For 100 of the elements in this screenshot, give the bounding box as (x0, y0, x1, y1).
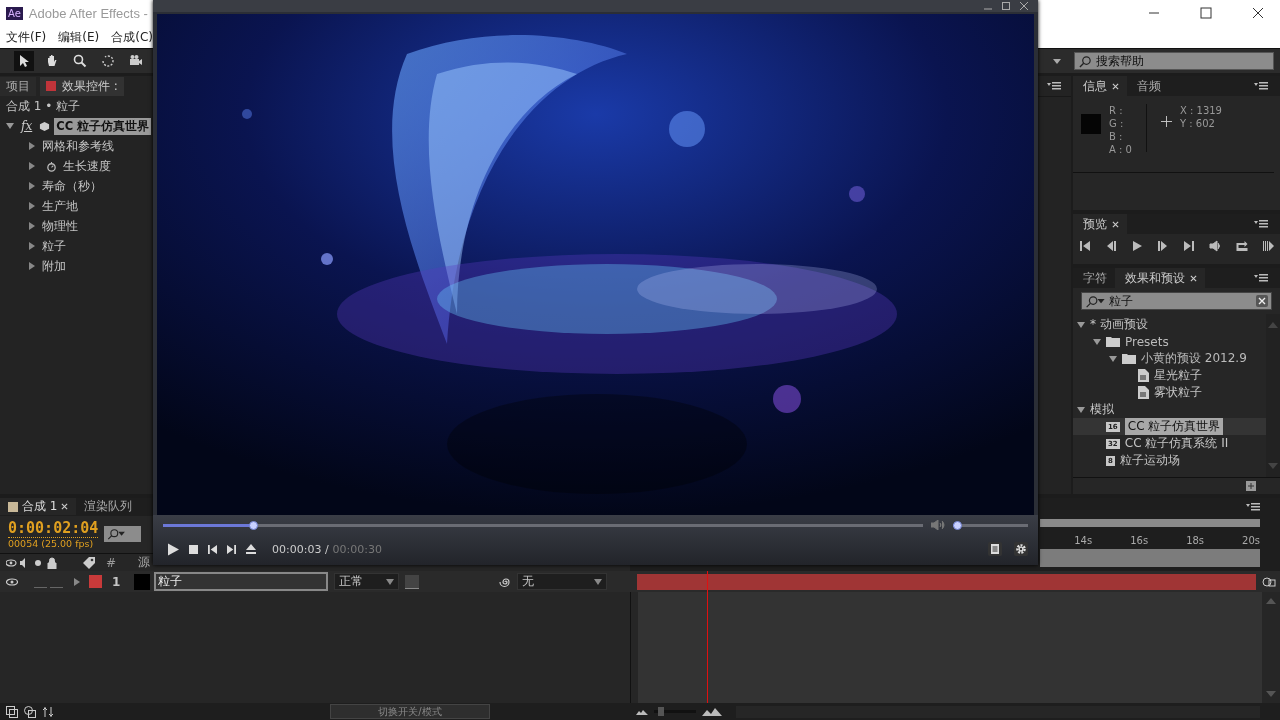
tree-item[interactable]: CC 粒子仿真系统 II (1124, 435, 1229, 452)
panel-tab[interactable]: 信息 (1073, 75, 1127, 97)
stop-icon[interactable] (189, 544, 198, 554)
expand-triangle-icon[interactable] (28, 142, 36, 150)
dropdown-arrow-icon[interactable] (1052, 56, 1062, 66)
expand-triangle-icon[interactable] (1109, 354, 1117, 363)
breadcrumb: 合成 1 • 粒子 (5, 98, 82, 115)
menu-item[interactable]: 文件(F) (6, 28, 47, 46)
blend-mode-dropdown[interactable]: 正常 (334, 573, 399, 590)
volume-slider[interactable] (953, 523, 1028, 527)
toggle-switches-button[interactable]: 切换开关/模式 (330, 704, 490, 719)
tree-item[interactable]: Presets (1125, 334, 1169, 349)
tree-item[interactable]: 小黄的预设 2012.9 (1141, 350, 1247, 367)
effects-search-field[interactable]: 粒子 (1081, 292, 1272, 310)
search-icon (1079, 54, 1092, 68)
help-search-field[interactable]: 搜索帮助 (1074, 52, 1274, 70)
next-frame-icon[interactable] (1157, 240, 1169, 252)
property-label[interactable]: 附加 (42, 257, 66, 275)
layer-type-swatch (134, 573, 150, 590)
previous-frame-icon[interactable] (1105, 240, 1117, 252)
close-icon[interactable] (1252, 7, 1264, 19)
maximize-icon[interactable] (1002, 2, 1010, 10)
panel-tab[interactable]: 效果控件 : (40, 76, 124, 96)
panel-menu-icon[interactable] (1254, 274, 1268, 282)
seek-thumb[interactable] (248, 520, 258, 530)
panel-tab[interactable]: 字符 (1073, 267, 1115, 289)
tree-item[interactable]: 雾状粒子 (1154, 384, 1202, 401)
expand-triangle-icon[interactable] (28, 222, 36, 230)
track-matte-box[interactable] (405, 574, 419, 589)
tree-item[interactable]: CC 粒子仿真世界 (1124, 418, 1224, 435)
expand-triangle-icon[interactable] (28, 162, 36, 170)
blend-switch-icon[interactable] (24, 705, 36, 718)
play-icon[interactable] (1131, 240, 1143, 252)
tree-item[interactable]: 模拟 (1090, 401, 1114, 418)
stopwatch-icon[interactable] (46, 160, 57, 172)
panel-menu-icon[interactable] (1254, 82, 1268, 90)
timecode[interactable]: 0:00:02:04 (8, 519, 99, 539)
label-color-swatch[interactable] (89, 575, 102, 588)
parent-pick-whip-icon[interactable] (499, 575, 511, 588)
tree-item[interactable]: 星光粒子 (1154, 367, 1202, 384)
parent-dropdown[interactable]: 无 (517, 573, 607, 590)
previous-icon[interactable] (208, 544, 217, 554)
new-folder-icon[interactable] (1246, 481, 1256, 491)
selection-tool-icon[interactable] (14, 51, 34, 71)
effect-name[interactable]: CC 粒子仿真世界 (54, 117, 152, 135)
menu-item[interactable]: 合成(C) (111, 28, 153, 46)
eject-icon[interactable] (246, 544, 256, 554)
comp-flowchart-icon[interactable] (1262, 574, 1276, 589)
first-frame-icon[interactable] (1079, 240, 1091, 252)
search-icon (107, 528, 126, 541)
loop-icon[interactable] (1235, 240, 1248, 252)
eye-icon[interactable] (6, 577, 18, 586)
expand-triangle-icon[interactable] (1077, 320, 1085, 329)
playlist-icon[interactable] (988, 542, 1002, 556)
zoom-in-icon[interactable] (702, 707, 722, 716)
volume-icon[interactable] (931, 520, 945, 530)
zoom-out-icon[interactable] (636, 708, 648, 715)
tree-item[interactable]: 粒子运动场 (1119, 452, 1180, 469)
volume-thumb[interactable] (952, 520, 962, 530)
zoom-thumb[interactable] (658, 707, 665, 716)
expand-triangle-icon[interactable] (73, 577, 81, 586)
clear-icon[interactable] (1256, 295, 1268, 307)
expand-triangle-icon[interactable] (6, 122, 14, 130)
expand-triangle-icon[interactable] (1077, 405, 1085, 414)
property-label[interactable]: 生产地 (42, 197, 78, 215)
fx-icon[interactable]: fx (21, 119, 33, 133)
menu-item[interactable]: 编辑(E) (58, 28, 100, 46)
layer-name-field[interactable]: 粒子 (154, 572, 328, 591)
comp-switch-icon[interactable] (6, 705, 18, 718)
search-input[interactable]: 粒子 (1109, 294, 1252, 308)
audio-icon[interactable] (1209, 240, 1221, 252)
expand-triangle-icon[interactable] (28, 242, 36, 250)
timeline-tab[interactable]: 渲染队列 (76, 498, 141, 516)
settings-icon[interactable] (1014, 542, 1028, 556)
panel-tab[interactable]: 音频 (1127, 75, 1169, 97)
layer-search-field[interactable] (104, 526, 142, 543)
property-label[interactable]: 物理性 (42, 217, 78, 235)
expand-triangle-icon[interactable] (28, 182, 36, 190)
maximize-icon[interactable] (1200, 7, 1212, 19)
panel-menu-icon[interactable] (1254, 220, 1268, 228)
property-label[interactable]: 寿命（秒） (42, 177, 102, 195)
property-label[interactable]: 生长速度 (63, 157, 111, 175)
panel-tab[interactable]: 项目 (0, 76, 36, 96)
search-input[interactable]: 搜索帮助 (1096, 54, 1256, 68)
panel-tab[interactable]: 效果和预设 (1115, 267, 1205, 289)
timeline-tab[interactable]: 合成 1 (0, 498, 77, 516)
tree-item[interactable]: * 动画预设 (1090, 316, 1148, 333)
panel-tab[interactable]: 预览 (1073, 213, 1127, 235)
property-label[interactable]: 网格和参考线 (42, 137, 114, 155)
panel-menu-icon[interactable] (1246, 503, 1260, 511)
last-frame-icon[interactable] (1183, 240, 1195, 252)
panel-menu-icon[interactable] (1047, 82, 1061, 90)
in-out-icon[interactable] (42, 705, 54, 718)
expand-triangle-icon[interactable] (28, 202, 36, 210)
play-icon[interactable] (167, 542, 179, 556)
expand-triangle-icon[interactable] (28, 262, 36, 270)
next-icon[interactable] (227, 544, 236, 554)
property-label[interactable]: 粒子 (42, 237, 66, 255)
ram-preview-icon[interactable] (1262, 240, 1274, 252)
expand-triangle-icon[interactable] (1093, 337, 1101, 346)
